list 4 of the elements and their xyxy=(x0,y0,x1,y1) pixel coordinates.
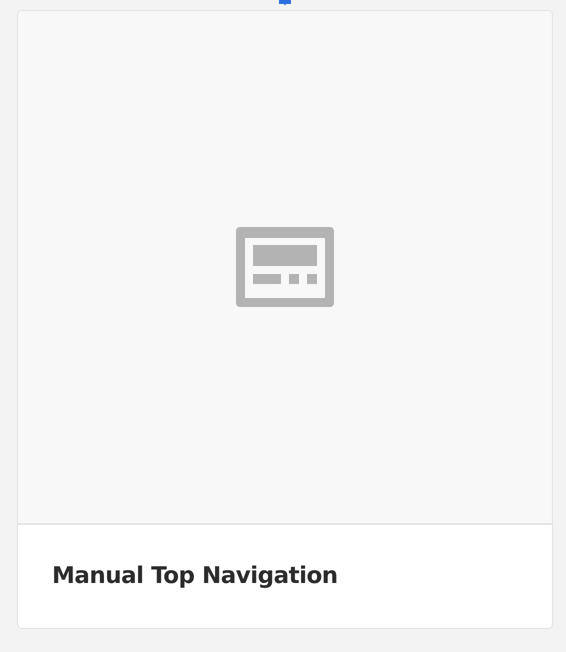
card-title: Manual Top Navigation xyxy=(52,562,338,588)
page-layout-icon xyxy=(236,227,334,307)
marker-icon xyxy=(279,0,291,6)
template-card[interactable]: Manual Top Navigation xyxy=(17,10,553,629)
